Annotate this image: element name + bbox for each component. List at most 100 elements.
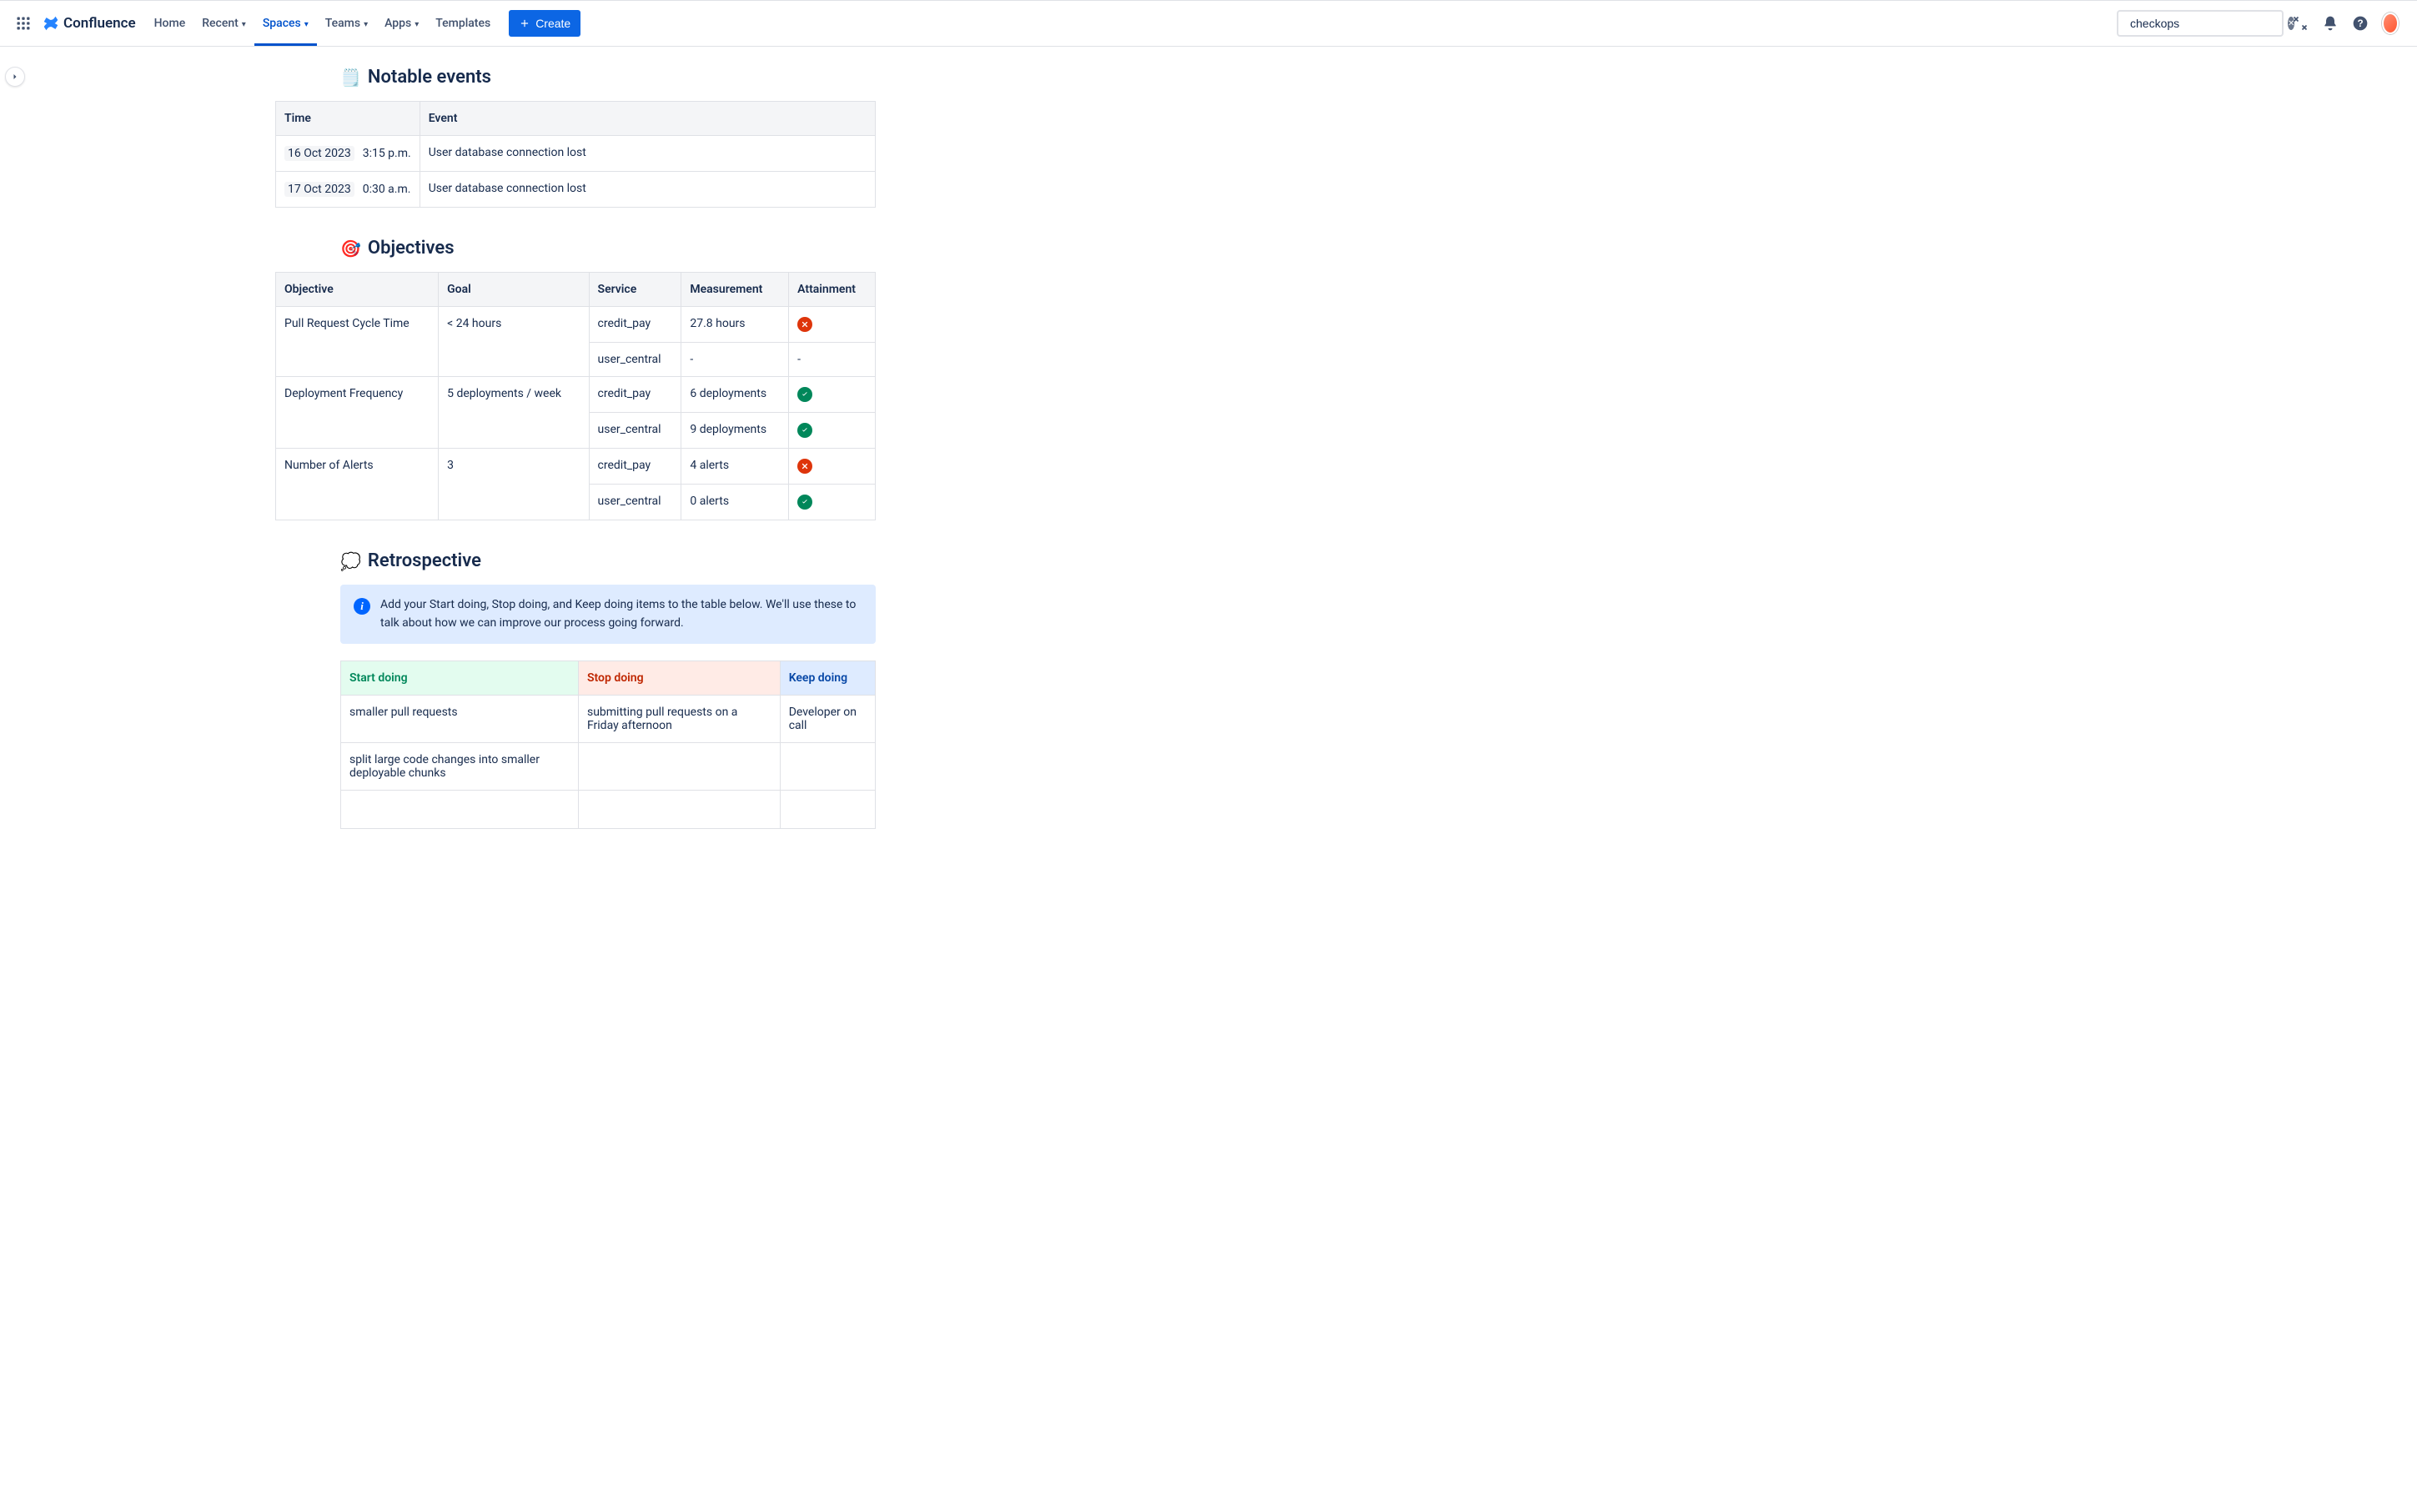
notable-events-title: Notable events: [368, 67, 491, 88]
event-date: 16 Oct 2023: [284, 146, 354, 161]
page-content: 🗒️ Notable events Time Event 16 Oct 2023…: [0, 47, 2417, 879]
retrospective-info-panel: i Add your Start doing, Stop doing, and …: [340, 585, 876, 644]
status-pass-icon: [797, 495, 812, 510]
cell-measurement: 9 deployments: [681, 413, 789, 449]
nav-item-label: Apps: [384, 17, 411, 30]
nav-item-label: Recent: [202, 17, 239, 30]
objectives-heading: 🎯 Objectives: [275, 238, 876, 259]
col-objective: Objective: [276, 273, 439, 307]
retrospective-heading: 💭 Retrospective: [275, 550, 876, 571]
target-icon: 🎯: [340, 240, 361, 257]
col-goal: Goal: [439, 273, 589, 307]
cell-start[interactable]: split large code changes into smaller de…: [341, 743, 579, 791]
cell-start[interactable]: [341, 791, 579, 829]
nav-item-apps[interactable]: Apps ▾: [376, 1, 427, 46]
chevron-down-icon: ▾: [415, 20, 419, 29]
search-input[interactable]: [2128, 16, 2283, 31]
chevron-down-icon: ▾: [364, 20, 368, 29]
confluence-icon: [42, 14, 60, 33]
nav-item-label: Spaces: [263, 17, 301, 30]
nav-item-recent[interactable]: Recent▾: [193, 1, 254, 46]
notable-events-section: 🗒️ Notable events Time Event 16 Oct 2023…: [275, 67, 876, 208]
cell-keep[interactable]: [780, 743, 875, 791]
cell-stop[interactable]: [578, 743, 780, 791]
status-none: -: [797, 353, 801, 366]
cell-keep[interactable]: Developer on call: [780, 696, 875, 743]
cell-measurement: -: [681, 343, 789, 377]
col-measurement: Measurement: [681, 273, 789, 307]
cell-measurement: 0 alerts: [681, 485, 789, 520]
cell-service: credit_pay: [589, 307, 681, 343]
retrospective-info-text: Add your Start doing, Stop doing, and Ke…: [380, 596, 862, 632]
cell-attainment: [789, 413, 876, 449]
create-button-label: Create: [535, 17, 570, 30]
status-fail-icon: [797, 317, 812, 332]
thought-bubble-icon: 💭: [340, 553, 361, 570]
cell-service: user_central: [589, 485, 681, 520]
cell-attainment: -: [789, 343, 876, 377]
col-start-doing: Start doing: [341, 661, 579, 696]
table-row[interactable]: [341, 791, 876, 829]
cell-service: user_central: [589, 413, 681, 449]
nav-item-templates[interactable]: Templates: [427, 1, 499, 46]
cell-objective: Pull Request Cycle Time: [276, 307, 439, 377]
table-row: Pull Request Cycle Time< 24 hourscredit_…: [276, 307, 876, 343]
table-row: Deployment Frequency5 deployments / week…: [276, 377, 876, 413]
cell-event: User database connection lost: [420, 172, 875, 208]
col-stop-doing: Stop doing: [578, 661, 780, 696]
cell-stop[interactable]: [578, 791, 780, 829]
event-time: 3:15 p.m.: [363, 147, 411, 160]
nav-item-teams[interactable]: Teams ▾: [317, 1, 376, 46]
table-row[interactable]: split large code changes into smaller de…: [341, 743, 876, 791]
objectives-section: 🎯 Objectives Objective Goal Service Meas…: [275, 238, 876, 520]
retrospective-title: Retrospective: [368, 550, 481, 571]
search-field[interactable]: ✕: [2117, 10, 2284, 37]
objectives-table: Objective Goal Service Measurement Attai…: [275, 272, 876, 520]
collapse-icon[interactable]: [2287, 10, 2314, 37]
product-logo[interactable]: Confluence: [40, 14, 143, 33]
cell-service: credit_pay: [589, 449, 681, 485]
col-attainment: Attainment: [789, 273, 876, 307]
cell-start[interactable]: smaller pull requests: [341, 696, 579, 743]
cell-time: 17 Oct 20230:30 a.m.: [276, 172, 420, 208]
cell-attainment: [789, 485, 876, 520]
table-row: Number of Alerts3credit_pay4 alerts: [276, 449, 876, 485]
nav-item-label: Templates: [435, 17, 490, 30]
cell-measurement: 27.8 hours: [681, 307, 789, 343]
cell-stop[interactable]: submitting pull requests on a Friday aft…: [578, 696, 780, 743]
help-icon[interactable]: ?: [2347, 10, 2374, 37]
col-time: Time: [276, 102, 420, 136]
nav-item-spaces[interactable]: Spaces▾: [254, 1, 317, 46]
global-nav: Confluence HomeRecent▾Spaces▾Teams▾Apps▾…: [0, 0, 2417, 47]
table-row[interactable]: smaller pull requestssubmitting pull req…: [341, 696, 876, 743]
nav-item-home[interactable]: Home: [146, 1, 194, 46]
cell-keep[interactable]: [780, 791, 875, 829]
status-fail-icon: [797, 459, 812, 474]
retrospective-section: 💭 Retrospective i Add your Start doing, …: [275, 550, 876, 829]
cell-attainment: [789, 377, 876, 413]
retrospective-table: Start doing Stop doing Keep doing smalle…: [340, 661, 876, 829]
svg-text:?: ?: [2357, 18, 2363, 29]
create-button[interactable]: Create: [509, 10, 580, 37]
expand-sidebar-handle[interactable]: [5, 67, 25, 87]
cell-attainment: [789, 449, 876, 485]
plus-icon: [519, 18, 530, 29]
cell-measurement: 4 alerts: [681, 449, 789, 485]
notable-events-heading: 🗒️ Notable events: [275, 67, 876, 88]
chevron-down-icon: ▾: [242, 20, 246, 29]
profile-avatar[interactable]: [2377, 10, 2404, 37]
cell-event: User database connection lost: [420, 136, 875, 172]
chevron-right-icon: [10, 72, 20, 82]
notifications-icon[interactable]: [2317, 10, 2344, 37]
cell-objective: Number of Alerts: [276, 449, 439, 520]
col-service: Service: [589, 273, 681, 307]
cell-service: credit_pay: [589, 377, 681, 413]
nav-item-label: Teams: [325, 17, 360, 30]
table-row: 16 Oct 2023 3:15 p.m. User database connec…: [276, 136, 876, 172]
cell-service: user_central: [589, 343, 681, 377]
status-pass-icon: [797, 423, 812, 438]
app-switcher-icon[interactable]: [10, 10, 37, 37]
col-event: Event: [420, 102, 875, 136]
cell-goal: 5 deployments / week: [439, 377, 589, 449]
event-time: 0:30 a.m.: [363, 183, 411, 196]
